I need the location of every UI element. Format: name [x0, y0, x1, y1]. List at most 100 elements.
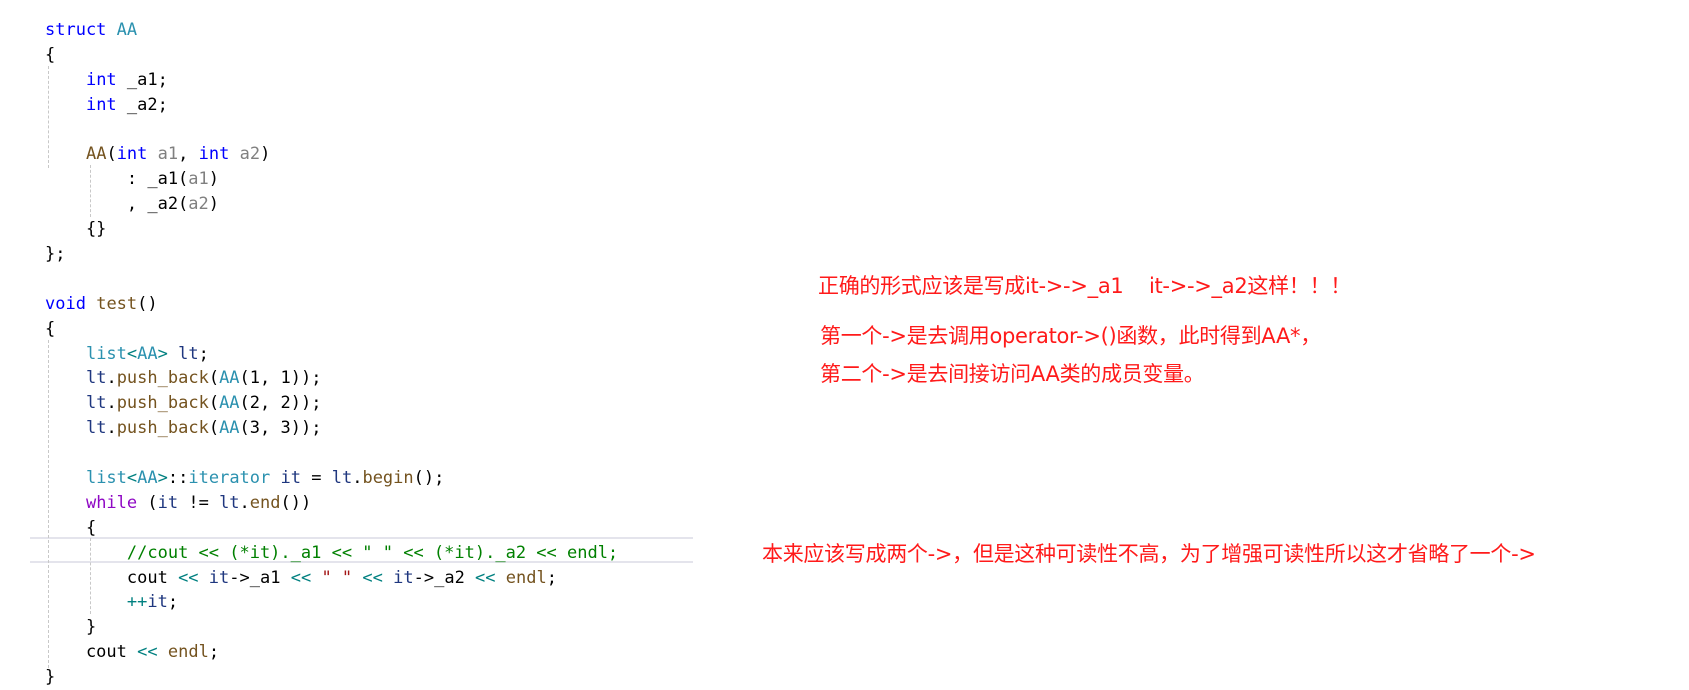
code-line: {}	[45, 217, 618, 242]
code-line: while (it != lt.end())	[45, 491, 618, 516]
code-text: : _a1(	[45, 169, 189, 190]
code-text: .	[106, 368, 117, 389]
variable-token: it	[393, 567, 414, 588]
function-token: push_back	[116, 393, 209, 414]
code-text: ())	[280, 492, 312, 513]
variable-token: lt	[85, 418, 107, 439]
code-text: _a1;	[116, 69, 168, 90]
operator-token: <<	[362, 567, 383, 588]
type-token: AA	[219, 418, 240, 439]
type-token: AA	[219, 368, 240, 389]
variable-token: it	[280, 468, 301, 489]
code-editor[interactable]: struct AA{ int _a1; int _a2; AA(int a1, …	[45, 18, 618, 690]
code-text: ;	[546, 567, 557, 588]
code-line: }	[45, 665, 618, 690]
type-token: list	[85, 343, 127, 364]
code-text: ;	[198, 343, 209, 364]
code-line: {	[45, 317, 618, 342]
code-text: )	[208, 194, 220, 215]
code-text: ->_a2	[413, 567, 476, 588]
code-line: struct AA	[45, 18, 618, 43]
type-token: list	[85, 468, 127, 489]
code-line: , _a2(a2)	[45, 192, 618, 217]
code-text: .	[106, 393, 117, 414]
type-token: AA	[137, 343, 158, 364]
code-text: cout	[45, 642, 138, 663]
function-token: end	[249, 492, 281, 513]
type-token: iterator	[188, 468, 271, 489]
function-token: AA	[85, 144, 107, 165]
function-token: begin	[362, 468, 414, 489]
operator-token: ++	[126, 592, 148, 613]
code-text: {	[45, 318, 56, 339]
code-line: lt.push_back(AA(1, 1));	[45, 366, 618, 391]
keyword-token: int	[116, 144, 148, 165]
code-text: (	[106, 144, 117, 165]
parameter-token: a2	[239, 144, 261, 165]
code-text: !=	[178, 492, 220, 513]
code-text: ,	[178, 144, 199, 165]
function-token: push_back	[116, 418, 209, 439]
code-line: AA(int a1, int a2)	[45, 142, 618, 167]
code-text: {	[45, 517, 97, 538]
code-line: //cout << (*it)._a1 << " " << (*it)._a2 …	[45, 541, 618, 566]
code-text: cout	[45, 567, 179, 588]
control-keyword-token: while	[85, 492, 138, 513]
code-line: {	[45, 43, 618, 68]
variable-token: lt	[85, 368, 107, 389]
operator-token: >	[157, 468, 168, 489]
code-text: .	[352, 468, 363, 489]
comment-token: //cout << (*it)._a1 << " " << (*it)._a2 …	[126, 542, 619, 563]
keyword-token: struct	[45, 20, 107, 40]
code-line: {	[45, 516, 618, 541]
operator-token: <	[126, 343, 138, 364]
annotation-correct-form: 正确的形式应该是写成it->->_a1 it->->_a2这样！！！	[818, 274, 1351, 298]
code-text: ()	[137, 293, 158, 314]
code-text: {}	[45, 219, 107, 240]
code-text: ;	[167, 592, 179, 613]
code-text: ();	[413, 468, 445, 489]
function-token: test	[96, 293, 138, 314]
variable-token: it	[208, 567, 230, 588]
annotation-second-arrow: 第二个->是去间接访问AA类的成员变量。	[820, 362, 1205, 386]
type-token: AA	[219, 393, 240, 414]
operator-token: <<	[475, 567, 496, 588]
function-token: push_back	[116, 368, 209, 389]
code-line: cout << endl;	[45, 640, 618, 665]
keyword-token: int	[85, 69, 117, 90]
code-line: lt.push_back(AA(2, 2));	[45, 391, 618, 416]
variable-token: it	[157, 492, 179, 513]
keyword-token: void	[45, 293, 86, 314]
type-token: AA	[116, 20, 138, 40]
code-line: }	[45, 615, 618, 640]
code-text: ;	[208, 642, 220, 663]
code-text: =	[301, 468, 332, 489]
code-line: int _a1;	[45, 68, 618, 93]
parameter-token: a1	[188, 169, 209, 190]
code-text: }	[45, 667, 56, 688]
code-text: }	[45, 617, 97, 638]
annotation-first-arrow: 第一个->是去调用operator->()函数，此时得到AA*，	[820, 324, 1321, 348]
keyword-token: int	[198, 144, 230, 165]
variable-token: it	[147, 592, 168, 613]
code-text: (2, 2));	[239, 393, 322, 414]
code-line: void test()	[45, 292, 618, 317]
operator-token: <	[126, 468, 138, 489]
code-line: ++it;	[45, 590, 618, 615]
